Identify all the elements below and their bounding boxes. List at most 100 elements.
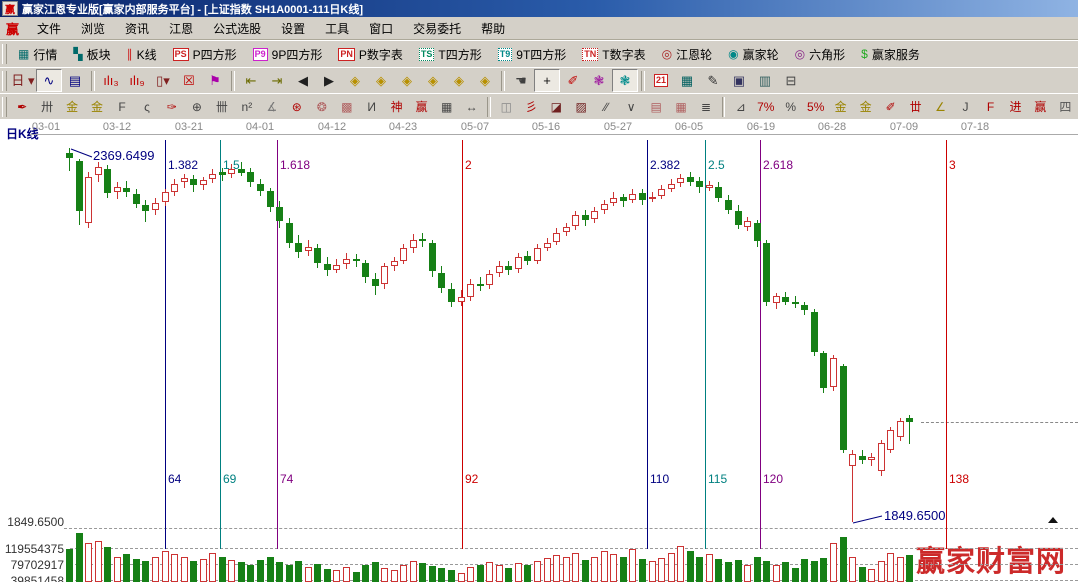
calendar-button[interactable]: 21 <box>648 69 674 92</box>
red-grid-tool-1[interactable]: ▤ <box>644 95 669 118</box>
diamond-shrink-h-button[interactable]: ◈ <box>420 69 446 92</box>
jump-last-button[interactable]: ⇥ <box>264 69 290 92</box>
trend-lines-tool[interactable]: ∕∕ <box>594 95 619 118</box>
ying-tool[interactable]: 赢 <box>409 95 434 118</box>
kline-button[interactable]: ∥K线 <box>119 42 165 66</box>
pen-ruler-tool[interactable]: ✑ <box>159 95 184 118</box>
parallel-lines-tool[interactable]: ≣ <box>694 95 719 118</box>
draw-pen-tool[interactable]: ✒ <box>10 95 35 118</box>
gann-time-line[interactable] <box>462 140 463 549</box>
menu-3[interactable]: 资讯 <box>115 18 159 39</box>
menu-2[interactable]: 浏览 <box>71 18 115 39</box>
page-next-button[interactable]: ▶ <box>316 69 342 92</box>
gate-tool[interactable]: ◫ <box>494 95 519 118</box>
web-circle-tool[interactable]: ❂ <box>309 95 334 118</box>
calculator-button[interactable]: ▦ <box>674 69 700 92</box>
gann-time-line[interactable] <box>760 140 761 549</box>
gann-wheel-button[interactable]: ◎江恩轮 <box>654 42 721 66</box>
color-flag-button[interactable]: ⚑ <box>202 69 228 92</box>
diamond-zoom-in-button[interactable]: ◈ <box>446 69 472 92</box>
gann-time-line[interactable] <box>705 140 706 549</box>
diamond-shift-right-button[interactable]: ◈ <box>368 69 394 92</box>
fav-teal-button[interactable]: ❃ <box>612 69 638 92</box>
gann-time-line[interactable] <box>277 140 278 549</box>
gold-angle-tool[interactable]: ∠ <box>928 95 953 118</box>
flag-pen-tool[interactable]: ✐ <box>878 95 903 118</box>
price-scale-tool[interactable]: ⊿ <box>728 95 753 118</box>
menu-6[interactable]: 设置 <box>271 18 315 39</box>
red-grid-tool-2[interactable]: ▦ <box>669 95 694 118</box>
winner-wheel-button[interactable]: ◉赢家轮 <box>720 42 787 66</box>
9p-square-button[interactable]: P99P四方形 <box>245 42 331 66</box>
export-button[interactable]: ▥ <box>752 69 778 92</box>
menu-9[interactable]: 交易委托 <box>403 18 471 39</box>
menu-8[interactable]: 窗口 <box>359 18 403 39</box>
jump-first-button[interactable]: ⇤ <box>238 69 264 92</box>
p-square-button[interactable]: PSP四方形 <box>165 42 245 66</box>
info-doc-button[interactable]: ▤ <box>62 69 88 92</box>
grid-123-tool[interactable]: ▦ <box>434 95 459 118</box>
gold-ratio-tool-2[interactable]: 金 <box>85 95 110 118</box>
v-lines-tool[interactable]: ∨ <box>619 95 644 118</box>
ruler-tool[interactable]: 卅 <box>35 95 60 118</box>
f-line-tool[interactable]: F <box>978 95 1003 118</box>
n2-tool[interactable]: n² <box>234 95 259 118</box>
j-line-tool[interactable]: J <box>953 95 978 118</box>
print-button[interactable]: ⊟ <box>778 69 804 92</box>
fav-purple-button[interactable]: ❃ <box>586 69 612 92</box>
gann-target-tool[interactable]: ⊛ <box>284 95 309 118</box>
square-hatch-tool[interactable]: ▨ <box>569 95 594 118</box>
menu-1[interactable]: 文件 <box>27 18 71 39</box>
overlay-curve-button[interactable]: ∿ <box>36 69 62 92</box>
p-table-button[interactable]: PNP数字表 <box>330 42 411 66</box>
wave-mark-tool[interactable]: И <box>359 95 384 118</box>
save-button[interactable]: ▣ <box>726 69 752 92</box>
fibo-tool[interactable]: F <box>110 95 135 118</box>
ray-fan-tool[interactable]: 彡 <box>519 95 544 118</box>
compass-tool[interactable]: ⊕ <box>184 95 209 118</box>
gann-grid-button[interactable]: ☒ <box>176 69 202 92</box>
menu-7[interactable]: 工具 <box>315 18 359 39</box>
shen-tool[interactable]: 神 <box>384 95 409 118</box>
quotes-button[interactable]: ▦行情 <box>10 42 65 66</box>
9t-square-button[interactable]: T99T四方形 <box>490 42 575 66</box>
angle-tool[interactable]: ∡ <box>259 95 284 118</box>
gold-ratio-tool-1[interactable]: 金 <box>60 95 85 118</box>
spiral-ruler-tool[interactable]: ς <box>135 95 160 118</box>
menu-10[interactable]: 帮助 <box>471 18 515 39</box>
hash-ruler-tool[interactable]: 卌 <box>209 95 234 118</box>
gann-time-line[interactable] <box>946 140 947 549</box>
percent-tool[interactable]: % <box>778 95 803 118</box>
bars3-button[interactable]: ılı₃ <box>98 69 124 92</box>
candle-style-button[interactable]: ▯▾ <box>150 69 176 92</box>
label-tool-button[interactable]: ✐ <box>560 69 586 92</box>
hand-tool-button[interactable]: ☚ <box>508 69 534 92</box>
t-table-button[interactable]: TNT数字表 <box>574 42 653 66</box>
page-prev-button[interactable]: ◀ <box>290 69 316 92</box>
chart-area[interactable]: 日K线 赢家财富网 03-0103-1203-2104-0104-1204-23… <box>0 119 1078 582</box>
gold-circle-tool[interactable]: 金 <box>828 95 853 118</box>
span-tool[interactable]: ↔ <box>459 95 484 118</box>
ying-fan-tool[interactable]: 赢 <box>1028 95 1053 118</box>
winner-service-button[interactable]: $赢家服务 <box>853 42 928 66</box>
crosshair-button[interactable]: + <box>534 69 560 92</box>
diamond-hatch-tool[interactable]: ◪ <box>544 95 569 118</box>
menu-5[interactable]: 公式选股 <box>203 18 271 39</box>
gann-fan-w-tool[interactable]: 丗 <box>903 95 928 118</box>
diamond-shift-left-button[interactable]: ◈ <box>342 69 368 92</box>
web-square-tool[interactable]: ▩ <box>334 95 359 118</box>
gann-time-line[interactable] <box>647 140 648 549</box>
percent7-tool[interactable]: 7% <box>753 95 778 118</box>
hexagon-button[interactable]: ◎六角形 <box>787 42 854 66</box>
memo-button[interactable]: ✎ <box>700 69 726 92</box>
sectors-button[interactable]: ▚板块 <box>65 42 118 66</box>
diamond-expand-h-button[interactable]: ◈ <box>394 69 420 92</box>
percent5-tool[interactable]: 5% <box>803 95 828 118</box>
bars9-button[interactable]: ılı₉ <box>124 69 150 92</box>
si-fan-tool[interactable]: 四 <box>1053 95 1078 118</box>
t-square-button[interactable]: TST四方形 <box>411 42 490 66</box>
menu-4[interactable]: 江恩 <box>159 18 203 39</box>
jin-fan-tool[interactable]: 进 <box>1003 95 1028 118</box>
gold-average-tool[interactable]: 金 <box>853 95 878 118</box>
diamond-zoom-out-button[interactable]: ◈ <box>472 69 498 92</box>
